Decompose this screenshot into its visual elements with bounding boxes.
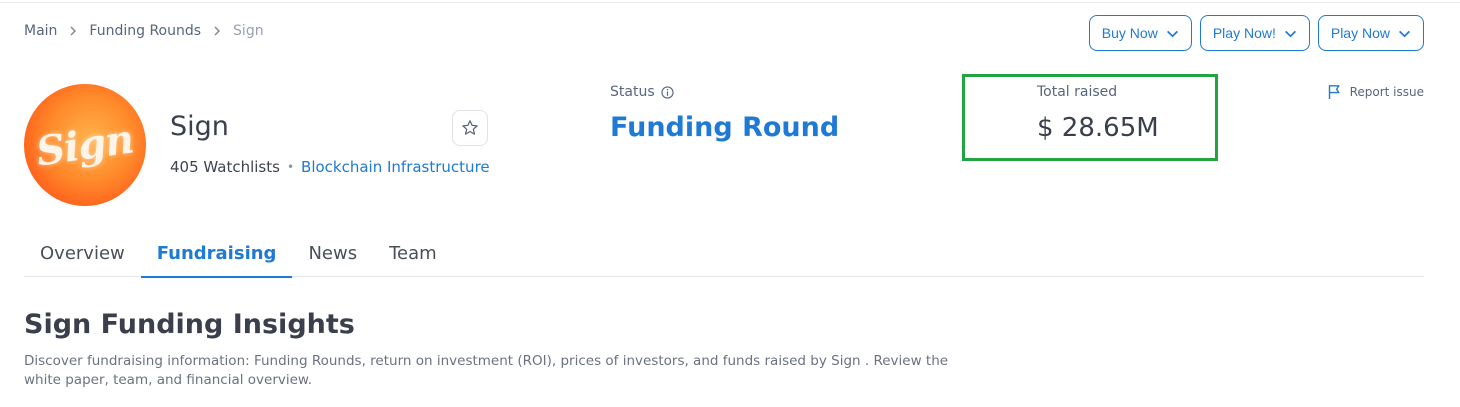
status-value: Funding Round <box>610 112 840 143</box>
star-icon <box>462 120 478 135</box>
category-link[interactable]: Blockchain Infrastructure <box>301 158 490 176</box>
flag-icon <box>1328 85 1340 99</box>
breadcrumb-main[interactable]: Main <box>24 23 57 39</box>
status-label-text: Status <box>610 84 655 100</box>
tab-fundraising[interactable]: Fundraising <box>140 243 293 278</box>
chevron-right-icon <box>68 26 78 36</box>
project-logo: Sign <box>24 84 146 206</box>
buy-now-button[interactable]: Buy Now <box>1088 15 1192 51</box>
project-meta: 405 Watchlists • Blockchain Infrastructu… <box>170 158 490 176</box>
action-buttons: Buy Now Play Now! Play Now <box>1088 15 1424 51</box>
watchlist-count: 405 Watchlists <box>170 158 280 176</box>
play-now-button[interactable]: Play Now <box>1317 15 1424 51</box>
breadcrumb: Main Funding Rounds Sign <box>24 23 264 39</box>
play-now-excl-button[interactable]: Play Now! <box>1199 15 1310 51</box>
info-icon[interactable] <box>660 85 674 99</box>
report-issue-link[interactable]: Report issue <box>1326 84 1424 100</box>
play-now-excl-label: Play Now! <box>1212 25 1276 41</box>
breadcrumb-current: Sign <box>233 23 264 39</box>
chevron-down-icon <box>1166 30 1178 37</box>
tab-team[interactable]: Team <box>373 243 453 277</box>
status-label: Status <box>610 84 674 100</box>
play-now-label: Play Now <box>1330 25 1390 41</box>
tab-overview[interactable]: Overview <box>24 243 141 277</box>
tab-news[interactable]: News <box>292 243 373 277</box>
meta-separator: • <box>286 160 295 174</box>
chevron-down-icon <box>1284 30 1296 37</box>
logo-wordmark: Sign <box>33 114 137 176</box>
total-raised-value: $ 28.65M <box>1037 113 1159 143</box>
tab-bar: Overview Fundraising News Team <box>24 243 1424 278</box>
report-issue-label: Report issue <box>1349 85 1424 99</box>
section-description: Discover fundraising information: Fundin… <box>24 353 949 388</box>
chevron-right-icon <box>212 26 222 36</box>
project-name: Sign <box>170 111 229 142</box>
total-raised-label: Total raised <box>1037 84 1118 100</box>
top-divider <box>0 2 1460 3</box>
breadcrumb-funding-rounds[interactable]: Funding Rounds <box>89 23 201 39</box>
watchlist-star-button[interactable] <box>452 110 488 146</box>
buy-now-label: Buy Now <box>1101 25 1158 41</box>
chevron-down-icon <box>1399 30 1410 37</box>
section-title: Sign Funding Insights <box>24 309 355 340</box>
